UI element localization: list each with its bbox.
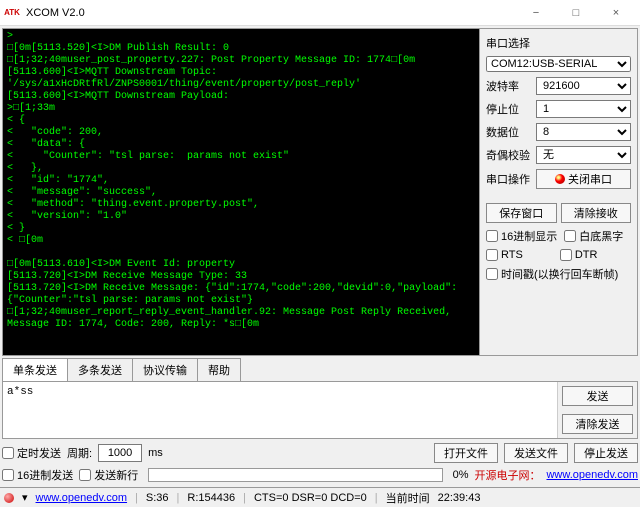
dropdown-icon[interactable]: ▾ — [22, 491, 28, 504]
parity-select[interactable]: 无 — [536, 146, 631, 164]
status-time: 22:39:43 — [438, 492, 481, 504]
baud-label: 波特率 — [486, 78, 532, 94]
timestamp-label: 时间戳(以换行回车断帧) — [501, 266, 618, 282]
timed-send-checkbox[interactable] — [2, 447, 14, 459]
data-select[interactable]: 8 — [536, 123, 631, 141]
status-sent: S:36 — [146, 492, 169, 504]
terminal-output: > □[0m[5113.520]<I>DM Publish Result: 0 … — [3, 29, 479, 355]
record-icon — [555, 174, 565, 184]
port-toggle-button[interactable]: 关闭串口 — [536, 169, 631, 189]
close-button[interactable]: × — [596, 0, 636, 26]
stop-label: 停止位 — [486, 101, 532, 117]
period-unit: ms — [148, 447, 163, 459]
port-group-title: 串口选择 — [486, 35, 631, 51]
port-select[interactable]: COM12:USB-SERIAL — [486, 56, 631, 72]
status-recv: R:154436 — [187, 492, 235, 504]
hex-display-label: 16进制显示 — [501, 228, 557, 244]
maximize-button[interactable]: □ — [556, 0, 596, 26]
link-prefix: 开源电子网： — [474, 467, 540, 483]
port-toggle-label: 关闭串口 — [568, 171, 612, 187]
baud-select[interactable]: 921600 — [536, 77, 631, 95]
tab-help[interactable]: 帮助 — [197, 358, 241, 381]
rts-label: RTS — [501, 249, 523, 261]
timed-send-label: 定时发送 — [17, 445, 61, 461]
clear-recv-button[interactable]: 清除接收 — [561, 203, 632, 223]
status-time-label: 当前时间 — [386, 490, 430, 506]
status-url[interactable]: www.openedv.com — [36, 492, 128, 504]
save-window-button[interactable]: 保存窗口 — [486, 203, 557, 223]
tab-single-send[interactable]: 单条发送 — [2, 358, 68, 381]
app-icon: ATK — [4, 5, 20, 21]
whitebg-label: 白底黑字 — [579, 228, 623, 244]
website-link[interactable]: www.openedv.com — [546, 469, 638, 481]
period-label: 周期: — [67, 445, 92, 461]
send-file-button[interactable]: 发送文件 — [504, 443, 568, 463]
progress-bar — [148, 468, 442, 482]
port-op-label: 串口操作 — [486, 171, 532, 187]
clear-send-button[interactable]: 清除发送 — [562, 414, 633, 434]
hex-display-checkbox[interactable] — [486, 230, 498, 242]
minimize-button[interactable]: − — [516, 0, 556, 26]
window-title: XCOM V2.0 — [26, 7, 516, 19]
rts-checkbox[interactable] — [486, 249, 498, 261]
status-dot-icon — [4, 493, 14, 503]
status-lines: CTS=0 DSR=0 DCD=0 — [254, 492, 367, 504]
tab-protocol[interactable]: 协议传输 — [132, 358, 198, 381]
stop-select[interactable]: 1 — [536, 100, 631, 118]
hex-send-checkbox[interactable] — [2, 469, 14, 481]
data-label: 数据位 — [486, 124, 532, 140]
dtr-label: DTR — [575, 249, 598, 261]
send-newline-label: 发送新行 — [94, 467, 138, 483]
send-textarea[interactable]: a*ss — [3, 382, 557, 438]
dtr-checkbox[interactable] — [560, 249, 572, 261]
timestamp-checkbox[interactable] — [486, 268, 498, 280]
stop-send-button[interactable]: 停止发送 — [574, 443, 638, 463]
progress-pct: 0% — [453, 469, 469, 481]
period-input[interactable] — [98, 444, 142, 462]
send-button[interactable]: 发送 — [562, 386, 633, 406]
open-file-button[interactable]: 打开文件 — [434, 443, 498, 463]
hex-send-label: 16进制发送 — [17, 467, 73, 483]
tab-multi-send[interactable]: 多条发送 — [67, 358, 133, 381]
parity-label: 奇偶校验 — [486, 147, 532, 163]
send-newline-checkbox[interactable] — [79, 469, 91, 481]
whitebg-checkbox[interactable] — [564, 230, 576, 242]
